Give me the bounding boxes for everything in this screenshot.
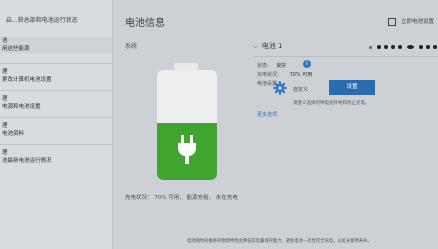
top-right-link-label: 立即电池设置 [400, 19, 434, 25]
sidebar-item-subtitle: 电源和电池设置 [2, 104, 41, 110]
section-label: 系统 [125, 43, 138, 50]
setting-hint: 请使义选择何种电池开始和停止充电。 [293, 101, 370, 106]
set-button[interactable]: 设置 [329, 80, 375, 95]
external-link-icon [388, 17, 397, 26]
sidebar: 启...获总部和电池运行状态 ↖ 池 用这些能源 理 更改计算机电池设置 理 电… [0, 0, 113, 249]
footer-note: 电池随时间推移的物理特性会降低其电量保存能力，避免电池一次性完全充电，以延长使用… [187, 239, 372, 244]
sidebar-item-battery-health[interactable]: 理 池最新电池运行情况 [0, 149, 112, 165]
sidebar-item-title: 理 [2, 123, 8, 129]
status-row: 状态: 良好 [257, 62, 286, 69]
sidebar-divider [0, 144, 112, 145]
sidebar-item-subtitle: 池最新电池运行情况 [2, 158, 52, 164]
battery-icon [157, 70, 217, 180]
battery-status-text: 充电状况： 70% 可用， 能源充裕， 未在充电 [125, 195, 238, 201]
status-label: 状态: [257, 63, 269, 69]
battery-name: 电池 1 [261, 42, 283, 50]
sidebar-divider [0, 90, 112, 91]
signal-dots-icon [369, 44, 438, 50]
gear-icon [273, 81, 287, 95]
sidebar-item-title: 理 [2, 150, 8, 156]
sidebar-top-text: 启...获总部和电池运行状态 [6, 17, 78, 24]
sidebar-item-title: 池 [2, 38, 8, 44]
sidebar-item-subtitle: 更改计算机电池设置 [2, 77, 52, 83]
sidebar-item-power-settings[interactable]: 理 电源和电池设置 [0, 95, 112, 111]
page-title: 电池信息 [125, 18, 165, 29]
top-right-link[interactable]: 立即电池设置 [388, 17, 434, 26]
sidebar-item-title: 理 [2, 96, 8, 102]
battery-cap [174, 63, 198, 70]
sidebar-item-battery[interactable]: 池 用这些能源 [0, 37, 112, 53]
more-options-link[interactable]: 更多选项 [257, 111, 277, 118]
divider-line [253, 56, 438, 57]
sidebar-item-battery-settings[interactable]: 理 更改计算机电池设置 [0, 68, 112, 84]
sidebar-item-battery-info[interactable]: 理 电池资料 [0, 122, 112, 138]
plug-icon [178, 135, 196, 164]
sidebar-item-title: 理 [2, 69, 8, 75]
main-panel: 电池信息 立即电池设置 系统 充电状况： 70% 可用， 能源充裕， 未在充电 … [113, 0, 438, 249]
charge-row: 充电状况： 70% 可用 [257, 71, 312, 78]
mode-value: 自定义 [293, 87, 309, 93]
sidebar-divider [0, 63, 112, 64]
sidebar-divider [0, 117, 112, 118]
charge-label: 充电状况： [257, 72, 283, 78]
charge-value: 70% 可用 [289, 72, 313, 78]
status-value: 良好 [276, 63, 287, 69]
sidebar-item-subtitle: 用这些能源 [2, 46, 30, 52]
battery-selector[interactable]: ⌵ 电池 1 [253, 41, 282, 51]
info-icon[interactable]: i [303, 60, 311, 68]
chevron-down-icon: ⌵ [253, 43, 258, 50]
sidebar-item-subtitle: 电池资料 [2, 131, 25, 137]
